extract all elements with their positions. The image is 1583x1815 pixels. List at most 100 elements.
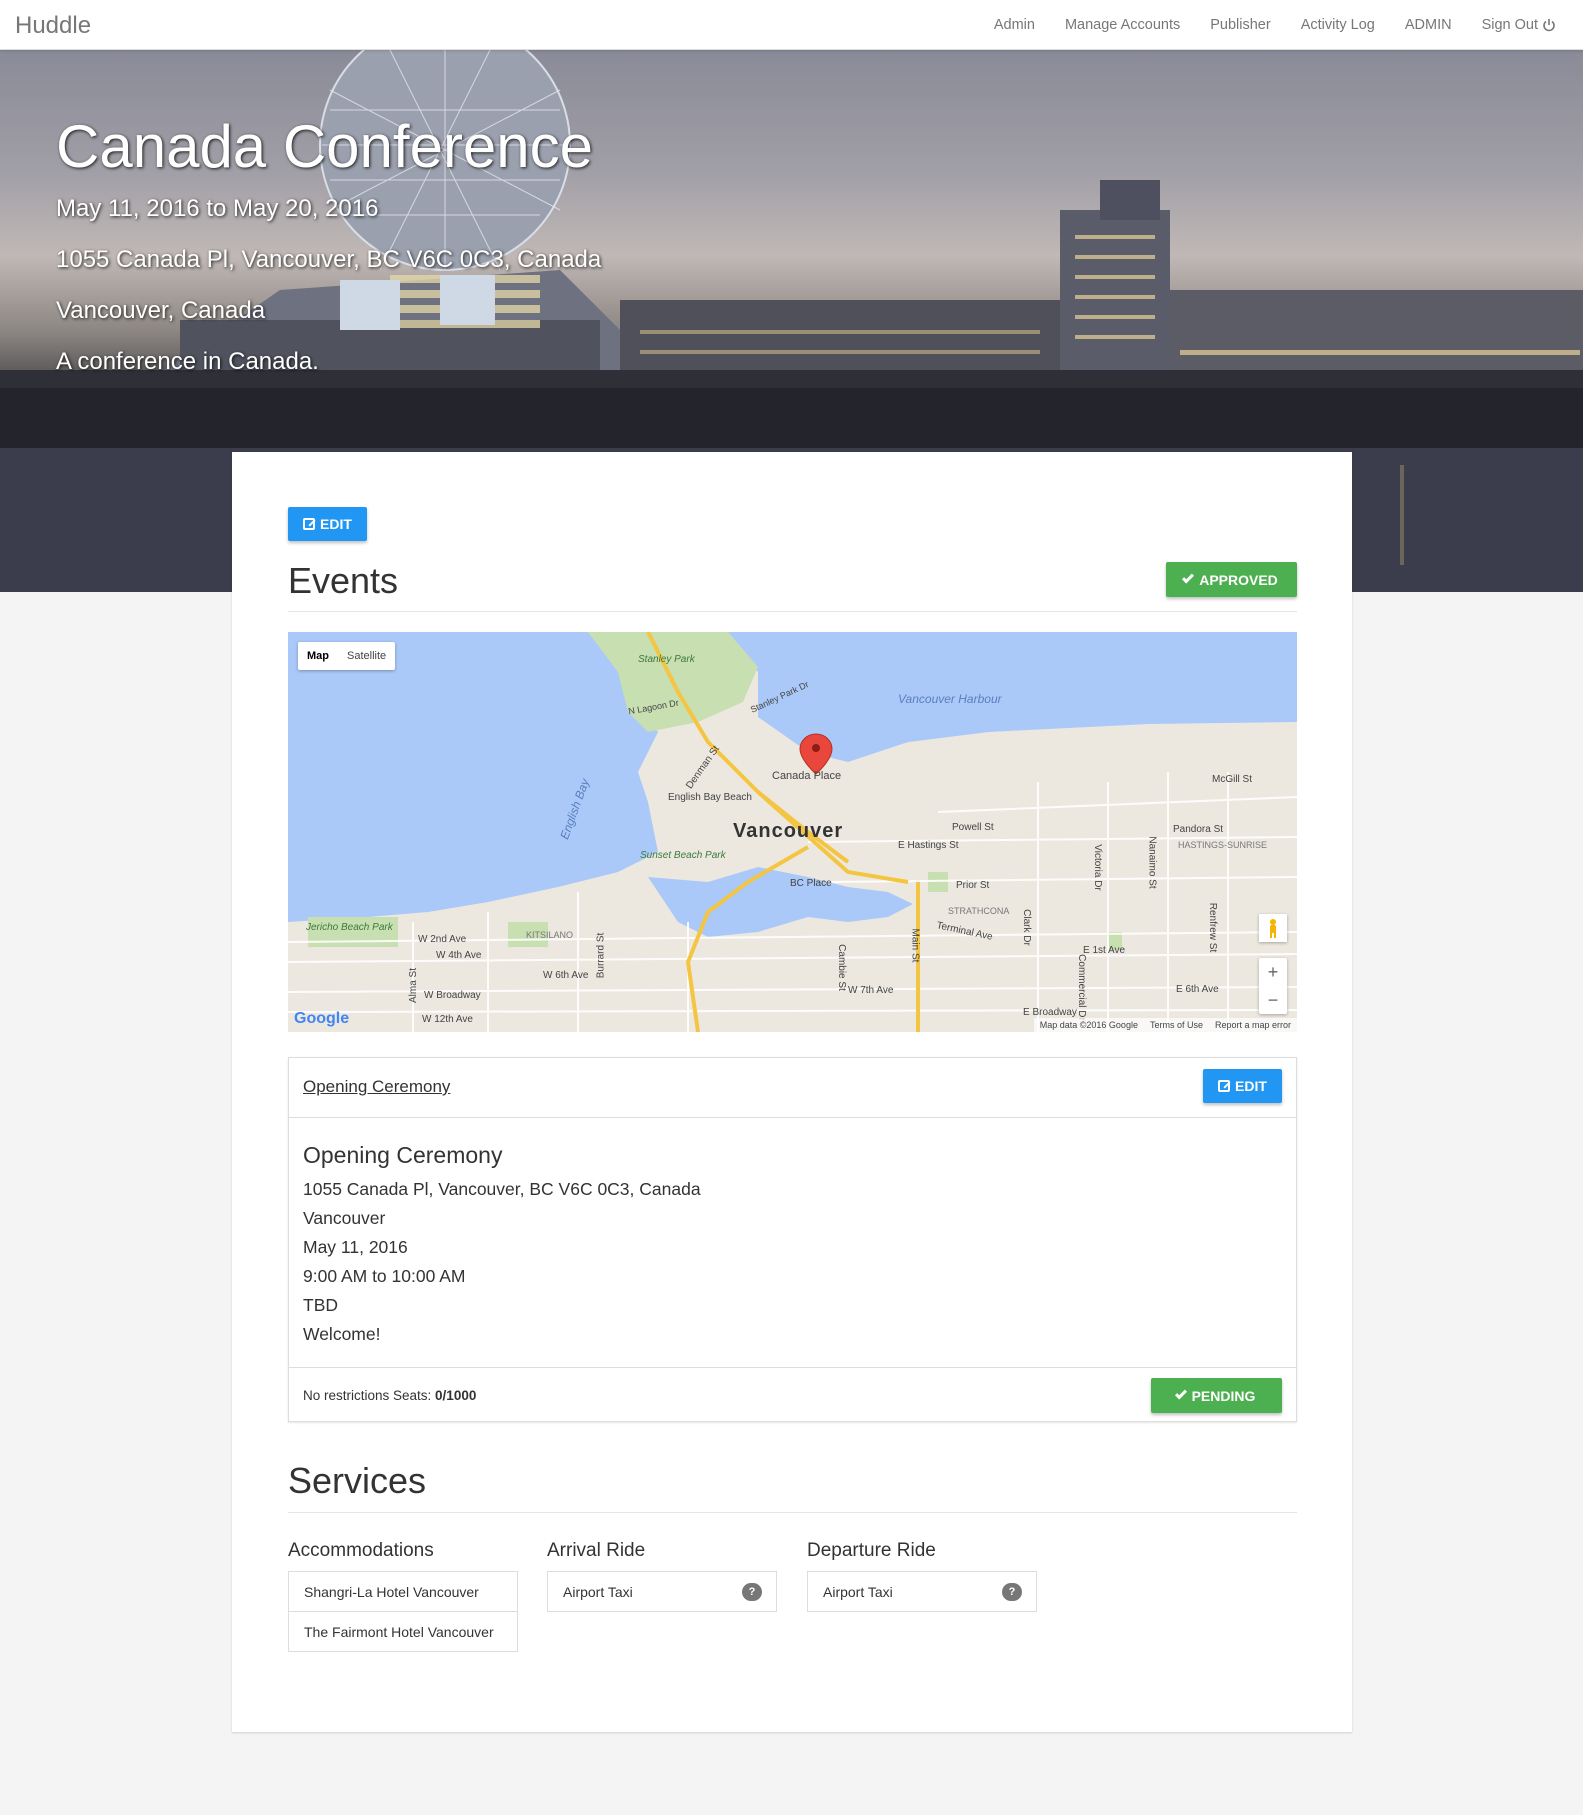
map-label: Alma St [408,967,420,1004]
map-label: Stanley Park [638,654,695,665]
nav-links: Admin Manage Accounts Publisher Activity… [979,0,1571,50]
edit-conference-button[interactable]: EDIT [288,507,367,541]
accommodations-column: Accommodations Shangri-La Hotel Vancouve… [288,1540,518,1652]
map-label: Prior St [956,880,990,891]
zoom-in-icon[interactable]: + [1259,958,1287,986]
seats-count: 0/1000 [435,1388,477,1403]
pending-label: PENDING [1191,1387,1256,1404]
navbar: Huddle Admin Manage Accounts Publisher A… [0,0,1583,50]
map-label: Renfrew St [1207,902,1219,953]
check-icon [1182,571,1195,584]
nav-user-admin[interactable]: ADMIN [1405,17,1452,33]
zoom-out-icon[interactable]: − [1259,986,1287,1014]
map-footer: Map data ©2016 Google Terms of Use Repor… [1033,1018,1297,1032]
map-label: E Hastings St [898,840,959,851]
edit-event-button[interactable]: EDIT [1203,1069,1282,1103]
edit-icon [303,518,316,530]
map-label: Sunset Beach Park [640,850,726,861]
event-restrictions: No restrictions Seats: 0/1000 [303,1388,476,1403]
check-icon [1174,1387,1187,1400]
event-address: 1055 Canada Pl, Vancouver, BC V6C 0C3, C… [303,1179,701,1199]
arrival-ride-column: Arrival Ride Airport Taxi ? [547,1540,777,1612]
event-panel-header: Opening Ceremony EDIT [289,1058,1296,1118]
street-view-pegman[interactable] [1259,914,1287,942]
nav-manage-accounts[interactable]: Manage Accounts [1065,17,1180,33]
approved-label: APPROVED [1199,571,1278,588]
list-item[interactable]: Shangri-La Hotel Vancouver [288,1571,518,1612]
conference-city: Vancouver, Canada [56,297,266,324]
event-city: Vancouver [303,1208,386,1228]
map-terms-link[interactable]: Terms of Use [1150,1020,1203,1030]
count-badge: ? [1002,1583,1022,1601]
conference-description: A conference in Canada. [56,348,319,375]
nav-admin[interactable]: Admin [994,17,1035,33]
map-label: W 2nd Ave [418,934,467,945]
nav-sign-out[interactable]: Sign Out [1482,17,1556,33]
event-map[interactable]: Map Satellite Stanley Park Vancouver Har… [288,632,1297,1032]
google-logo: Google [294,1010,350,1027]
power-icon [1543,19,1555,32]
event-title-link[interactable]: Opening Ceremony [303,1077,450,1097]
departure-ride-title: Departure Ride [807,1540,936,1561]
map-type-map[interactable]: Map [298,642,338,670]
map-type-toggle: Map Satellite [298,642,396,670]
hero-text: Canada Conference May 11, 2016 to May 20… [56,112,601,399]
map-label: Jericho Beach Park [306,922,393,933]
map-label: E 1st Ave [1083,945,1126,956]
map-label: Burrard St [595,932,607,979]
map-label: Commercial Dr [1075,954,1087,1021]
map-label: W 7th Ave [848,985,894,996]
map-label: E 6th Ave [1176,984,1219,995]
conference-title: Canada Conference [56,113,594,180]
map-label: STRATHCONA [948,906,1010,916]
restrictions-text: No restrictions Seats: [303,1388,436,1403]
list-item[interactable]: Airport Taxi ? [807,1571,1037,1612]
conference-card: EDIT Events APPROVED Map Satellite Stanl… [232,452,1352,1732]
departure-ride-column: Departure Ride Airport Taxi ? [807,1540,1037,1612]
map-label: Canada Place [772,770,842,782]
event-time: 9:00 AM to 10:00 AM [303,1266,466,1286]
map-type-satellite[interactable]: Satellite [338,642,395,670]
event-panel-body: Opening Ceremony 1055 Canada Pl, Vancouv… [289,1118,1296,1368]
map-label: Powell St [952,822,994,833]
map-label: Main St [909,928,921,963]
map-label: W Broadway [424,990,481,1001]
event-location: TBD [303,1295,338,1315]
pegman-icon [1270,919,1276,938]
services-heading: Services [288,1460,427,1501]
event-panel: Opening Ceremony EDIT Opening Ceremony 1… [288,1057,1297,1422]
map-zoom-controls: + − [1259,958,1287,1014]
list-item[interactable]: Airport Taxi ? [547,1571,777,1612]
map-label: KITSILANO [526,930,574,940]
map-report-link[interactable]: Report a map error [1215,1020,1291,1030]
map-label: Victoria Dr [1091,844,1103,891]
event-name: Opening Ceremony [303,1142,503,1168]
map-label: W 4th Ave [436,950,482,961]
accommodations-title: Accommodations [288,1540,434,1561]
count-badge: ? [742,1583,762,1601]
map-label: McGill St [1212,774,1252,785]
conference-dates: May 11, 2016 to May 20, 2016 [56,195,379,222]
event-panel-footer: No restrictions Seats: 0/1000 PENDING [289,1368,1296,1423]
edit-label: EDIT [1235,1078,1267,1094]
approved-button[interactable]: APPROVED [1166,562,1297,597]
map-label: Nanaimo St [1146,836,1158,889]
brand-logo[interactable]: Huddle [15,12,91,40]
map-label: Vancouver Harbour [898,692,1002,706]
map-label: English Bay Beach [668,792,752,803]
nav-activity-log[interactable]: Activity Log [1301,17,1375,33]
list-item[interactable]: The Fairmont Hotel Vancouver [288,1611,518,1652]
sign-out-label: Sign Out [1481,17,1538,33]
map-label: Cambie St [835,944,847,991]
map-label: Pandora St [1173,824,1224,835]
map-label: BC Place [790,878,832,889]
edit-icon [1218,1080,1231,1092]
ride-label: Airport Taxi [563,1584,633,1600]
arrival-ride-title: Arrival Ride [547,1540,646,1561]
edit-label: EDIT [320,516,352,532]
pending-button[interactable]: PENDING [1151,1378,1282,1413]
event-description: Welcome! [303,1324,381,1344]
nav-publisher[interactable]: Publisher [1210,17,1270,33]
event-date: May 11, 2016 [303,1237,408,1257]
conference-address: 1055 Canada Pl, Vancouver, BC V6C 0C3, C… [56,246,602,273]
